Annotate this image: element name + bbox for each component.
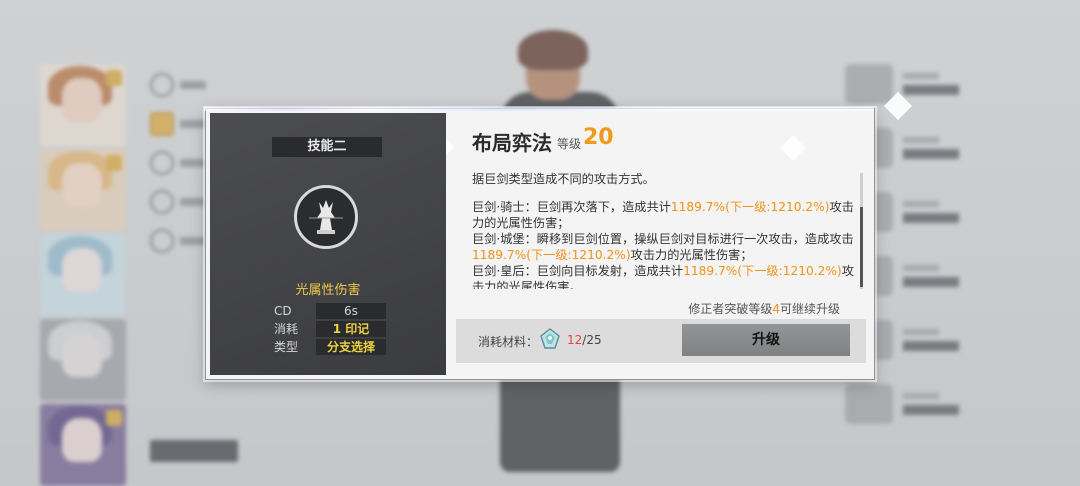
- stat-row-cost: 消耗 1 印记: [272, 321, 386, 337]
- stat-value: 6s: [316, 303, 386, 319]
- level-label: 等级: [557, 137, 582, 151]
- stat-value: 1 印记: [316, 321, 386, 337]
- material-count: 12/25: [567, 333, 602, 347]
- description-scrollbar[interactable]: [860, 173, 863, 289]
- stat-row-type: 类型 分支选择: [272, 339, 386, 355]
- stat-row-cd: CD 6s: [272, 303, 386, 319]
- level-value: 20: [583, 125, 614, 150]
- upgrade-cost-bar: 消耗材料： 12/25 升级: [456, 319, 866, 363]
- scrollbar-thumb[interactable]: [860, 207, 863, 287]
- material-gem-icon: [538, 327, 562, 351]
- description-line-knight: 巨剑·骑士：巨剑再次落下，造成共计1189.7%(下一级:1210.2%)攻击力…: [472, 200, 854, 230]
- stat-key: CD: [274, 304, 292, 318]
- upgrade-requirement-note: 修正者突破等级4可继续升级: [688, 302, 840, 316]
- description-line-queen: 巨剑·皇后：巨剑向目标发射，造成共计1189.7%(下一级:1210.2%)攻击…: [472, 264, 854, 289]
- description-intro: 据巨剑类型造成不同的攻击方式。: [472, 172, 655, 186]
- modal-border-glint: [204, 107, 874, 111]
- skill-summary-panel: 技能二 光属性伤害 CD 6s 消耗 1 印记 类型 分支选择: [210, 113, 454, 375]
- skill-title: 布局弈法: [472, 131, 552, 155]
- stat-value: 分支选择: [316, 339, 386, 355]
- skill-description[interactable]: 据巨剑类型造成不同的攻击方式。 巨剑·骑士：巨剑再次落下，造成共计1189.7%…: [472, 171, 856, 289]
- skill-detail-panel: 布局弈法 等级 20 据巨剑类型造成不同的攻击方式。 巨剑·骑士：巨剑再次落下，…: [450, 113, 870, 375]
- skill-stats-table: CD 6s 消耗 1 印记 类型 分支选择: [272, 303, 386, 357]
- sparkle-icon: [780, 135, 806, 161]
- stat-key: 类型: [274, 340, 299, 354]
- skill-emblem-icon: [294, 185, 358, 249]
- damage-type-label: 光属性伤害: [295, 283, 361, 298]
- stat-key: 消耗: [274, 322, 299, 336]
- cost-label: 消耗材料：: [478, 335, 539, 349]
- upgrade-button[interactable]: 升级: [682, 324, 850, 356]
- skill-slot-tag: 技能二: [272, 137, 382, 157]
- skill-detail-modal: 技能二 光属性伤害 CD 6s 消耗 1 印记 类型 分支选择 布局弈法 等级 …: [204, 107, 875, 380]
- description-line-castle: 巨剑·城堡：瞬移到巨剑位置，操纵巨剑对目标进行一次攻击，造成攻击1189.7%(…: [472, 232, 854, 262]
